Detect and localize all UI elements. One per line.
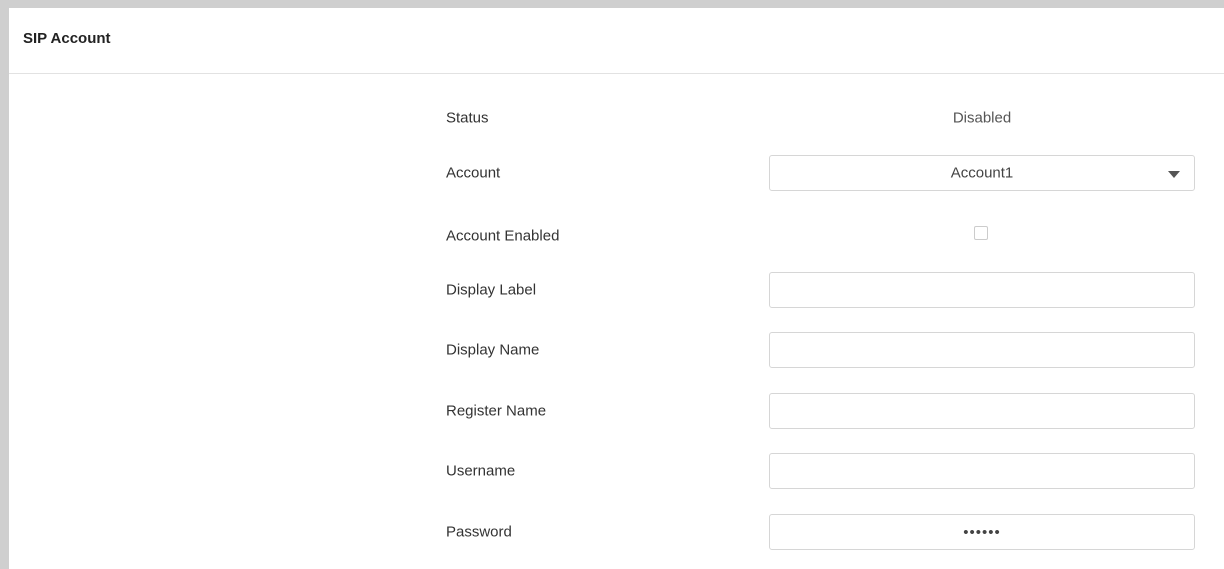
panel-header: SIP Account [9, 8, 1224, 74]
status-value: Disabled [952, 109, 1012, 127]
register-name-row: Register Name [9, 393, 1224, 429]
status-row: Status Disabled [9, 100, 1224, 136]
account-enabled-checkbox[interactable] [974, 226, 988, 240]
display-label-input[interactable] [769, 272, 1195, 308]
password-row: Password [9, 514, 1224, 550]
sip-account-panel: SIP Account Status Disabled Account Acco… [0, 0, 1224, 569]
display-name-control [769, 332, 1195, 368]
account-enabled-label: Account Enabled [446, 227, 560, 245]
status-label: Status [446, 109, 489, 127]
username-control [769, 453, 1195, 489]
account-enabled-control [769, 218, 1195, 254]
status-control: Disabled [769, 100, 1195, 136]
password-input[interactable] [769, 514, 1195, 550]
username-input[interactable] [769, 453, 1195, 489]
register-name-input[interactable] [769, 393, 1195, 429]
display-name-row: Display Name [9, 332, 1224, 368]
register-name-control [769, 393, 1195, 429]
display-label-row: Display Label [9, 272, 1224, 308]
panel-title: SIP Account [23, 30, 111, 47]
display-label-label: Display Label [446, 281, 537, 299]
account-select[interactable]: Account1 [769, 155, 1195, 191]
display-label-control [769, 272, 1195, 308]
register-name-label: Register Name [446, 402, 547, 420]
account-row: Account Account1 [9, 155, 1224, 191]
display-name-input[interactable] [769, 332, 1195, 368]
chevron-down-icon [1168, 171, 1180, 178]
account-label: Account [446, 164, 501, 182]
account-select-value: Account1 [950, 164, 1014, 182]
account-enabled-row: Account Enabled [9, 218, 1224, 254]
username-row: Username [9, 453, 1224, 489]
username-label: Username [446, 462, 516, 480]
password-label: Password [446, 523, 512, 541]
password-control [769, 514, 1195, 550]
display-name-label: Display Name [446, 341, 540, 359]
account-control: Account1 [769, 155, 1195, 191]
